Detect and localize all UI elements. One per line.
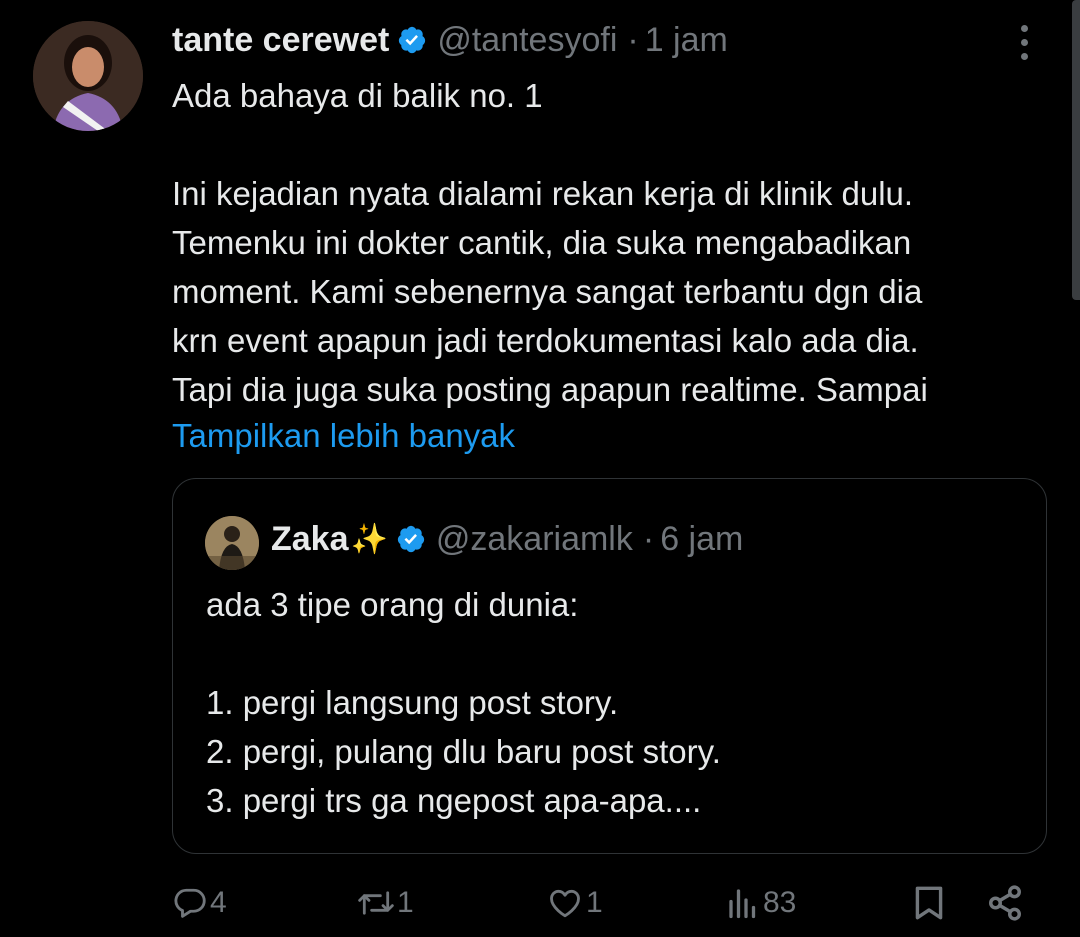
quoted-post-header: Zaka ✨ @zakariamlk · 6 jam	[271, 517, 743, 561]
show-more-link[interactable]: Tampilkan lebih banyak	[172, 411, 515, 460]
action-bar: 4 1 1 83	[172, 878, 1052, 928]
quoted-text-line	[206, 629, 721, 678]
bookmark-icon	[912, 884, 946, 922]
quoted-author-handle[interactable]: @zakariamlk	[436, 520, 633, 559]
views-icon	[725, 885, 761, 921]
quoted-post[interactable]: Zaka ✨ @zakariamlk · 6 jam ada 3 tipe or…	[172, 478, 1047, 854]
separator-dot: ·	[627, 20, 639, 59]
like-button[interactable]: 1	[546, 878, 603, 928]
post-time[interactable]: 1 jam	[645, 21, 728, 60]
author-handle[interactable]: @tantesyofi	[437, 21, 617, 60]
quoted-text-line: 3. pergi trs ga ngepost apa-apa....	[206, 782, 702, 819]
sparkles-emoji: ✨	[350, 522, 388, 556]
quoted-author-avatar[interactable]	[205, 516, 259, 570]
quoted-author-name[interactable]: Zaka	[271, 520, 349, 559]
reply-button[interactable]: 4	[172, 878, 227, 928]
post-text-line: moment. Kami sebenernya sangat terbantu …	[172, 273, 923, 310]
reply-icon	[172, 885, 208, 921]
post-header: tante cerewet @tantesyofi · 1 jam	[172, 18, 728, 62]
share-button[interactable]	[986, 878, 1024, 928]
like-count: 1	[586, 886, 603, 919]
author-name[interactable]: tante cerewet	[172, 21, 389, 60]
scrollbar[interactable]	[1072, 0, 1080, 300]
bookmark-button[interactable]	[912, 878, 946, 928]
quoted-text-line: 1. pergi langsung post story.	[206, 684, 619, 721]
quoted-text-line: ada 3 tipe orang di dunia:	[206, 586, 579, 623]
repost-icon	[357, 885, 395, 921]
post-text-line: Ada bahaya di balik no. 1	[172, 77, 543, 114]
quoted-post-text: ada 3 tipe orang di dunia: 1. pergi lang…	[206, 580, 721, 825]
repost-button[interactable]: 1	[357, 878, 414, 928]
verified-badge-icon	[396, 524, 426, 554]
author-avatar[interactable]	[33, 21, 143, 131]
post-text-line: Tapi dia juga suka posting apapun realti…	[172, 371, 928, 408]
views-button[interactable]: 83	[725, 878, 796, 928]
quoted-text-line: 2. pergi, pulang dlu baru post story.	[206, 733, 721, 770]
repost-count: 1	[397, 886, 414, 919]
share-icon	[986, 884, 1024, 922]
like-icon	[546, 885, 584, 921]
views-count: 83	[763, 886, 797, 919]
reply-count: 4	[210, 886, 227, 919]
post-text: Ada bahaya di balik no. 1 Ini kejadian n…	[172, 71, 1052, 414]
post-text-line: Ini kejadian nyata dialami rekan kerja d…	[172, 175, 914, 212]
separator-dot: ·	[642, 519, 655, 558]
more-icon[interactable]	[1006, 20, 1042, 64]
post-text-line: krn event apapun jadi terdokumentasi kal…	[172, 322, 919, 359]
post-text-line	[172, 120, 1052, 169]
verified-badge-icon	[397, 25, 427, 55]
quoted-post-time[interactable]: 6 jam	[660, 520, 743, 559]
post-text-line: Temenku ini dokter cantik, dia suka meng…	[172, 224, 912, 261]
